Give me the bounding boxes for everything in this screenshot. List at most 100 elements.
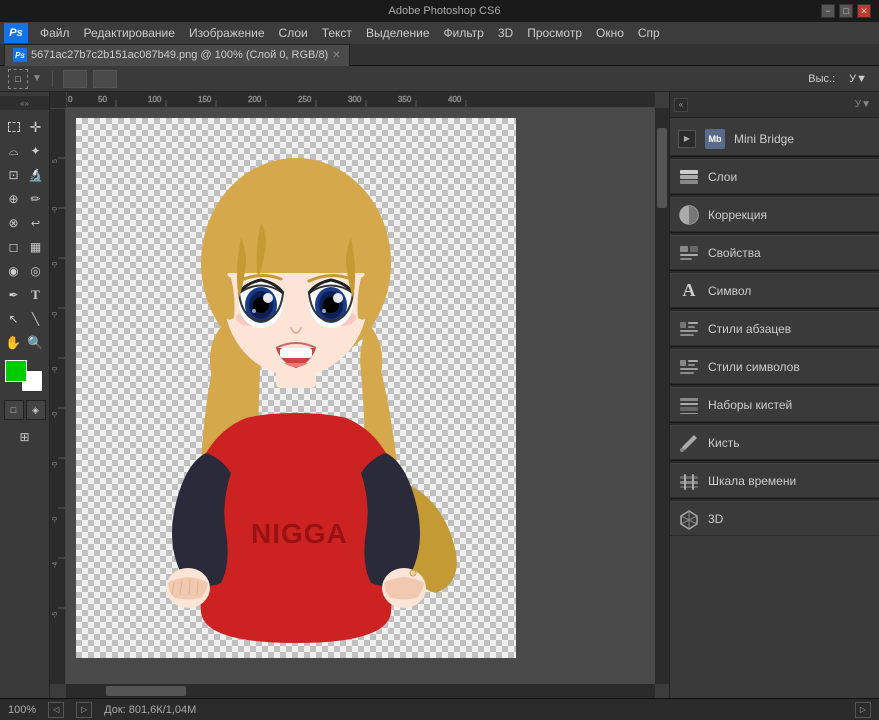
panel-item-paragraph-styles[interactable]: Стили абзацев bbox=[670, 312, 879, 346]
scrollbar-vertical[interactable] bbox=[655, 108, 669, 684]
brush-presets-label: Наборы кистей bbox=[708, 398, 871, 412]
hand-tool[interactable]: ✋ bbox=[3, 332, 25, 354]
title-bar: Adobe Photoshop CS6 − □ ✕ bbox=[0, 0, 879, 22]
height-value[interactable]: У▼ bbox=[845, 71, 871, 87]
svg-text:300: 300 bbox=[348, 95, 362, 104]
mini-bridge-icon: Mb bbox=[704, 128, 726, 150]
document-tab[interactable]: Ps 5671ac27b7c2b151ac087b49.png @ 100% (… bbox=[4, 44, 350, 66]
panel-item-char-styles[interactable]: Стили символов bbox=[670, 350, 879, 384]
tool-row-7: ◉ ◎ bbox=[3, 260, 47, 282]
options-style1[interactable] bbox=[63, 70, 87, 88]
menu-3d[interactable]: 3D bbox=[492, 24, 519, 42]
move-tool[interactable]: ✛ bbox=[25, 116, 47, 138]
doc-info: Док: 801,6К/1,04М bbox=[104, 704, 196, 716]
maximize-button[interactable]: □ bbox=[839, 4, 853, 18]
status-bar: 100% ◁ ▷ Док: 801,6К/1,04М ▷ bbox=[0, 698, 879, 720]
blur-tool[interactable]: ◉ bbox=[3, 260, 25, 282]
menu-select[interactable]: Выделение bbox=[360, 24, 436, 42]
foreground-color-swatch[interactable] bbox=[5, 360, 27, 382]
toolbar-collapse[interactable]: «» bbox=[0, 96, 49, 110]
panel-item-brush[interactable]: Кисть bbox=[670, 426, 879, 460]
line-tool[interactable]: ╲ bbox=[25, 308, 47, 330]
panel-list: ▶ Mb Mini Bridge Слои bbox=[670, 118, 879, 698]
panel-item-correction[interactable]: Коррекция bbox=[670, 198, 879, 232]
right-panel-options[interactable]: У▼ bbox=[851, 98, 875, 111]
panel-item-brush-presets[interactable]: Наборы кистей bbox=[670, 388, 879, 422]
panel-item-mini-bridge[interactable]: ▶ Mb Mini Bridge bbox=[670, 122, 879, 156]
brush-panel-label: Кисть bbox=[708, 436, 871, 450]
status-right-btn[interactable]: ▷ bbox=[855, 702, 871, 718]
menu-text[interactable]: Текст bbox=[316, 24, 358, 42]
scrollbar-h-thumb[interactable] bbox=[106, 686, 186, 696]
mini-bridge-label: Mini Bridge bbox=[734, 132, 871, 146]
screen-mode-btn[interactable]: ⊞ bbox=[3, 426, 47, 448]
panel-item-3d[interactable]: 3D bbox=[670, 502, 879, 536]
svg-text:-0: -0 bbox=[52, 207, 59, 213]
correction-icon bbox=[678, 204, 700, 226]
brush-tool[interactable]: ✏ bbox=[25, 188, 47, 210]
layers-icon bbox=[678, 166, 700, 188]
brush-panel-icon bbox=[678, 432, 700, 454]
right-panel-collapse[interactable]: « bbox=[674, 98, 688, 112]
menu-edit[interactable]: Редактирование bbox=[78, 24, 181, 42]
photoshop-logo: Ps bbox=[4, 23, 28, 43]
menu-view[interactable]: Просмотр bbox=[521, 24, 588, 42]
svg-text:-0: -0 bbox=[52, 517, 59, 523]
magic-wand-tool[interactable]: ✦ bbox=[25, 140, 47, 162]
tab-close-button[interactable]: ✕ bbox=[332, 50, 340, 61]
options-style2[interactable] bbox=[93, 70, 117, 88]
gradient-tool[interactable]: ▦ bbox=[25, 236, 47, 258]
menu-layers[interactable]: Слои bbox=[273, 24, 314, 42]
lasso-tool[interactable]: ⌓ bbox=[3, 140, 25, 162]
panel-item-timeline[interactable]: Шкала времени bbox=[670, 464, 879, 498]
menu-file[interactable]: Файл bbox=[34, 24, 76, 42]
crop-tool[interactable]: ⊡ bbox=[3, 164, 25, 186]
svg-text:NIGGA: NIGGA bbox=[251, 518, 348, 549]
menu-help[interactable]: Спр bbox=[632, 24, 666, 42]
svg-text:100: 100 bbox=[148, 95, 162, 104]
menu-image[interactable]: Изображение bbox=[183, 24, 271, 42]
svg-text:200: 200 bbox=[248, 95, 262, 104]
heal-tool[interactable]: ⊕ bbox=[3, 188, 25, 210]
quick-mask-btn[interactable]: ◈ bbox=[26, 400, 46, 420]
scrollbar-v-thumb[interactable] bbox=[657, 128, 667, 208]
zoom-tool[interactable]: 🔍 bbox=[25, 332, 47, 354]
tab-ps-icon: Ps bbox=[13, 48, 27, 62]
svg-text:350: 350 bbox=[398, 95, 412, 104]
paragraph-styles-icon bbox=[678, 318, 700, 340]
ruler-horizontal: 0 50 100 150 200 250 300 350 400 bbox=[66, 92, 655, 108]
status-arrow-btn[interactable]: ◁ bbox=[48, 702, 64, 718]
path-select-tool[interactable]: ↖ bbox=[3, 308, 25, 330]
brush-presets-icon bbox=[678, 394, 700, 416]
panel-item-properties[interactable]: Свойства bbox=[670, 236, 879, 270]
minimize-button[interactable]: − bbox=[821, 4, 835, 18]
pen-tool[interactable]: ✒ bbox=[3, 284, 25, 306]
history-tool[interactable]: ↩ bbox=[25, 212, 47, 234]
dodge-tool[interactable]: ◎ bbox=[25, 260, 47, 282]
eraser-tool[interactable]: ◻ bbox=[3, 236, 25, 258]
options-separator bbox=[52, 71, 53, 87]
tool-row-10: ✋ 🔍 bbox=[3, 332, 47, 354]
tool-row-6: ◻ ▦ bbox=[3, 236, 47, 258]
clone-tool[interactable]: ⊗ bbox=[3, 212, 25, 234]
eyedropper-tool[interactable]: 🔬 bbox=[25, 164, 47, 186]
svg-text:-0: -0 bbox=[52, 312, 59, 318]
menu-window[interactable]: Окно bbox=[590, 24, 630, 42]
tool-row-4: ⊕ ✏ bbox=[3, 188, 47, 210]
layers-label: Слои bbox=[708, 170, 871, 184]
panel-item-layers[interactable]: Слои bbox=[670, 160, 879, 194]
svg-text:-0: -0 bbox=[52, 367, 59, 373]
text-tool[interactable]: T bbox=[25, 284, 47, 306]
close-button[interactable]: ✕ bbox=[857, 4, 871, 18]
mini-bridge-play-btn[interactable]: ▶ bbox=[678, 130, 696, 148]
right-panel-top-bar: « У▼ bbox=[670, 92, 879, 118]
status-info-btn[interactable]: ▷ bbox=[76, 702, 92, 718]
marquee-tool[interactable] bbox=[3, 116, 25, 138]
scrollbar-horizontal[interactable] bbox=[66, 684, 655, 698]
character-icon: A bbox=[678, 280, 700, 302]
window-controls: − □ ✕ bbox=[821, 4, 871, 18]
ruler-v-svg: 5 -0 -0 -0 -0 -0 -0 -0 -4 -5 bbox=[50, 108, 66, 684]
standard-mode-btn[interactable]: □ bbox=[4, 400, 24, 420]
panel-item-character[interactable]: A Символ bbox=[670, 274, 879, 308]
menu-filter[interactable]: Фильтр bbox=[438, 24, 490, 42]
